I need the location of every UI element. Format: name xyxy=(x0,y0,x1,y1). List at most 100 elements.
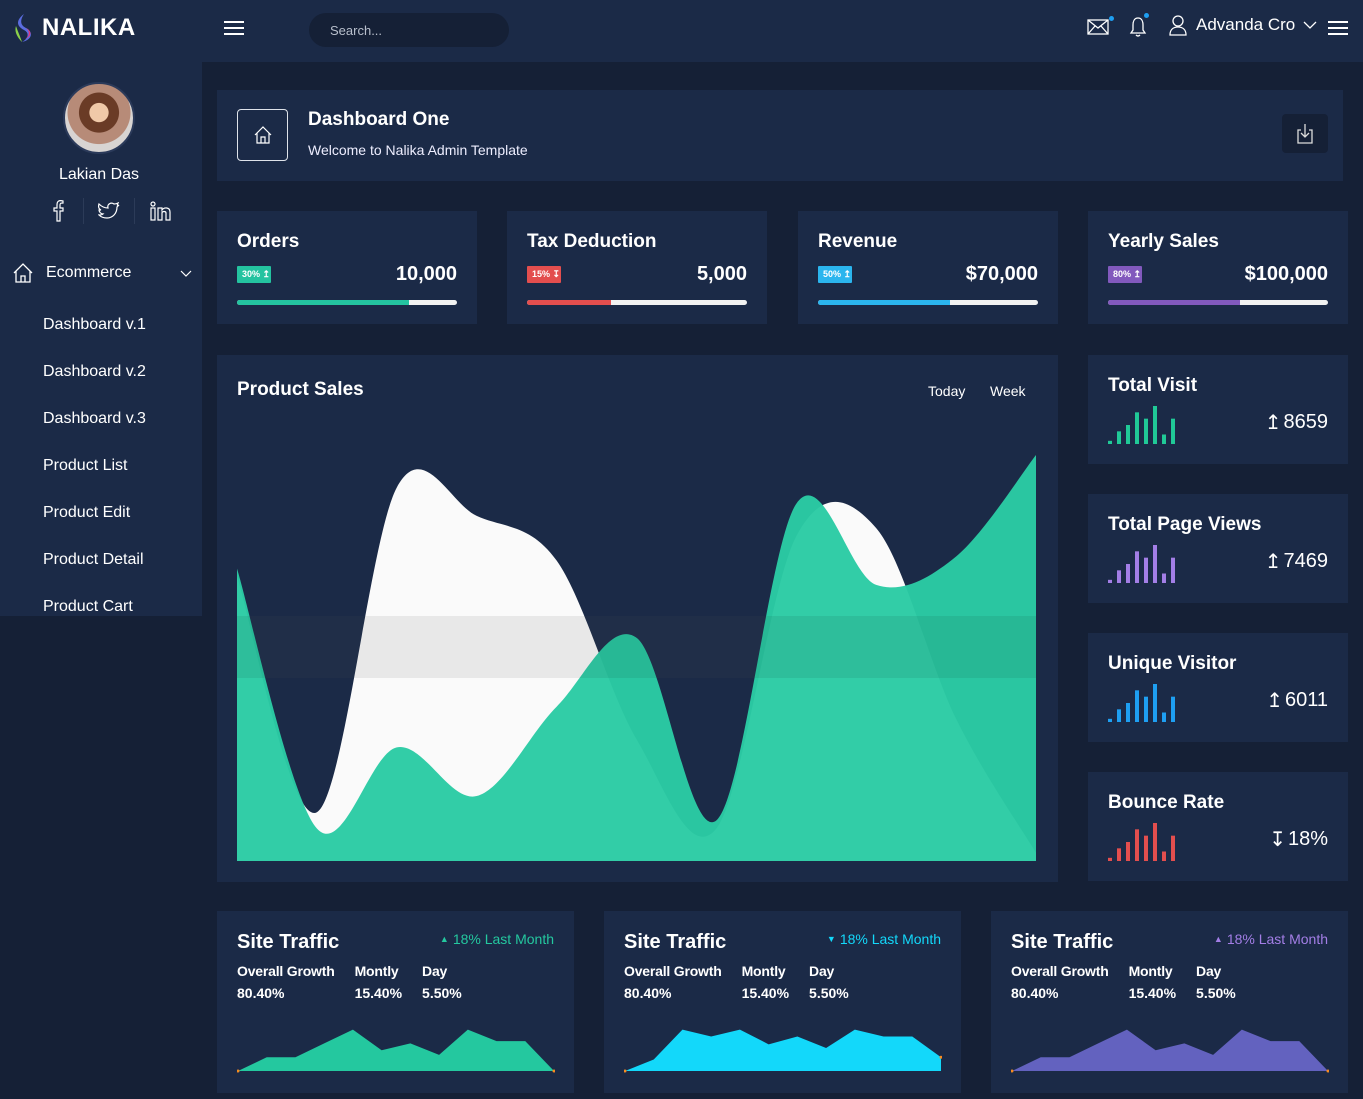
sidebar-group-ecommerce[interactable]: Ecommerce xyxy=(12,262,192,284)
progress-bar xyxy=(1108,300,1328,305)
traffic-sparkline xyxy=(624,1029,942,1073)
mini-bar xyxy=(1108,857,1112,861)
mini-bar xyxy=(1171,418,1175,444)
sidebar: Lakian Das Ecommerce Dashboard v.1 Dashb… xyxy=(0,62,202,616)
traffic-trend: ▲ 18% Last Month xyxy=(1213,931,1328,947)
bell-icon xyxy=(1129,17,1147,37)
site-traffic-card: Site Traffic ▲ 18% Last Month Overall Gro… xyxy=(991,911,1348,1093)
site-traffic-card: Site Traffic ▲ 18% Last Month Overall Gro… xyxy=(217,911,574,1093)
tab-today[interactable]: Today xyxy=(928,383,965,399)
sidebar-item-dashboard-v1[interactable]: Dashboard v.1 xyxy=(43,316,146,363)
mini-bar xyxy=(1135,412,1139,444)
traffic-value: 80.40% xyxy=(237,985,285,1001)
mini-bar xyxy=(1126,564,1130,583)
mini-bar xyxy=(1117,431,1121,444)
stat-badge: 50% ↥ xyxy=(818,266,852,283)
traffic-value: 15.40% xyxy=(741,985,790,1001)
sidebar-toggle-button[interactable] xyxy=(224,17,244,39)
avatar[interactable] xyxy=(63,82,135,154)
mini-stat-value: ↧ 18% xyxy=(1269,828,1328,851)
traffic-trend: ▲ 18% Last Month xyxy=(439,931,554,947)
traffic-value: 5.50% xyxy=(422,985,462,1001)
traffic-title: Site Traffic xyxy=(1011,931,1114,953)
traffic-value: 5.50% xyxy=(809,985,849,1001)
progress-bar xyxy=(818,300,1038,305)
twitter-link[interactable] xyxy=(84,198,135,224)
brand-logo[interactable]: NALIKA xyxy=(12,12,136,44)
stat-card-tax-deduction: Tax Deduction 15% ↧ 5,000 xyxy=(507,211,767,324)
tab-week[interactable]: Week xyxy=(990,383,1026,399)
product-sales-card: Product Sales Today Week xyxy=(217,355,1058,882)
sidebar-item-product-detail[interactable]: Product Detail xyxy=(43,551,146,598)
bell-notification-dot xyxy=(1144,13,1149,18)
sidebar-item-product-list[interactable]: Product List xyxy=(43,457,146,504)
sidebar-item-dashboard-v3[interactable]: Dashboard v.3 xyxy=(43,410,146,457)
search-input[interactable] xyxy=(330,22,506,38)
progress-fill xyxy=(818,300,950,305)
stat-title: Yearly Sales xyxy=(1108,231,1219,252)
mini-bar xyxy=(1153,684,1157,722)
traffic-point-start xyxy=(624,1069,627,1073)
traffic-point-start xyxy=(237,1069,240,1073)
traffic-value: 80.40% xyxy=(1011,985,1059,1001)
mini-bar xyxy=(1144,557,1148,583)
progress-bar xyxy=(527,300,747,305)
mini-bar xyxy=(1117,709,1121,722)
traffic-title: Site Traffic xyxy=(237,931,340,953)
mini-bar xyxy=(1171,835,1175,861)
home-button[interactable] xyxy=(237,109,288,161)
mini-bar xyxy=(1108,579,1112,583)
linkedin-link[interactable] xyxy=(135,198,186,224)
sidebar-item-product-edit[interactable]: Product Edit xyxy=(43,504,146,551)
progress-fill xyxy=(237,300,409,305)
mini-bar-chart xyxy=(1108,684,1175,722)
facebook-link[interactable] xyxy=(33,198,84,224)
mini-bar-chart xyxy=(1108,406,1175,444)
traffic-label: Day xyxy=(422,963,448,979)
mail-button[interactable] xyxy=(1087,16,1114,35)
mail-icon xyxy=(1087,19,1109,35)
home-icon xyxy=(254,126,271,144)
stat-card-yearly-sales: Yearly Sales 80% ↥ $100,000 xyxy=(1088,211,1348,324)
page-header-card: Dashboard One Welcome to Nalika Admin Te… xyxy=(217,90,1343,181)
logo-icon xyxy=(15,14,31,42)
mini-stat-value: ↥ 8659 xyxy=(1264,411,1328,434)
trend-up-icon: ↥ xyxy=(843,269,852,279)
traffic-area xyxy=(625,1029,941,1071)
mini-bar xyxy=(1144,418,1148,444)
sidebar-item-dashboard-v2[interactable]: Dashboard v.2 xyxy=(43,363,146,410)
chart-title: Product Sales xyxy=(237,379,364,400)
right-menu-button[interactable] xyxy=(1328,17,1348,39)
mini-bar xyxy=(1108,440,1112,444)
mini-bar xyxy=(1117,848,1121,861)
mini-bar-chart xyxy=(1108,823,1175,861)
user-icon xyxy=(1169,15,1187,36)
mini-stat-title: Total Page Views xyxy=(1108,514,1262,535)
mini-stat-unique-visitor: Unique Visitor ↥ 6011 xyxy=(1088,633,1348,742)
user-menu[interactable]: Advanda Cro xyxy=(1168,14,1317,36)
download-icon xyxy=(1297,123,1313,144)
search-box[interactable] xyxy=(309,13,509,47)
traffic-value: 5.50% xyxy=(1196,985,1236,1001)
stat-title: Tax Deduction xyxy=(527,231,657,252)
sidebar-item-product-cart[interactable]: Product Cart xyxy=(43,598,146,645)
mini-stat-total-visit: Total Visit ↥ 8659 xyxy=(1088,355,1348,464)
trend-up-icon: ↥ xyxy=(1264,412,1282,434)
trend-up-icon: ↥ xyxy=(1266,690,1283,712)
chevron-down-icon xyxy=(180,270,192,277)
mini-stat-bounce-rate: Bounce Rate ↧ 18% xyxy=(1088,772,1348,881)
mini-bar-chart xyxy=(1108,545,1175,583)
notifications-button[interactable] xyxy=(1129,13,1149,38)
site-traffic-card: Site Traffic ▼ 18% Last Month Overall Gro… xyxy=(604,911,961,1093)
page-title: Dashboard One xyxy=(308,109,450,130)
mini-bar xyxy=(1117,570,1121,583)
mini-bar xyxy=(1126,842,1130,861)
export-button[interactable] xyxy=(1282,114,1328,153)
mini-bar xyxy=(1135,690,1139,722)
mini-bar xyxy=(1171,557,1175,583)
stat-card-orders: Orders 30% ↥ 10,000 xyxy=(217,211,477,324)
linkedin-icon xyxy=(149,201,171,221)
stat-title: Revenue xyxy=(818,231,898,252)
mini-bar xyxy=(1162,712,1166,722)
triangle-down-icon: ▼ xyxy=(826,934,836,944)
